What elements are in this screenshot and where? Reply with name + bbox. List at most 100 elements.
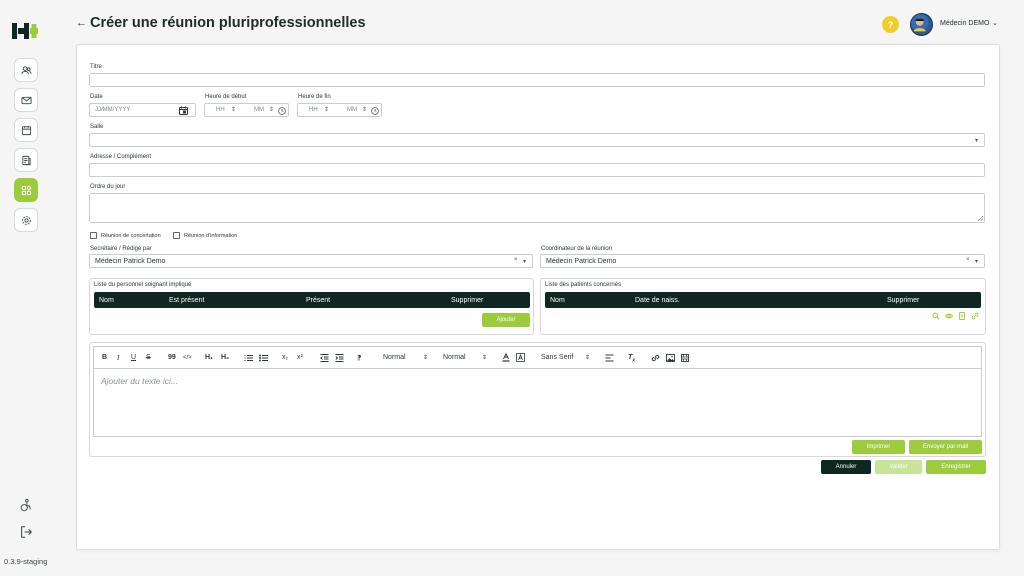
titre-input[interactable] [89,73,985,87]
document-icon[interactable] [958,312,966,320]
indent-icon[interactable] [335,354,344,362]
align-icon[interactable] [605,354,614,362]
text-direction-icon[interactable]: ⁋ [357,354,361,362]
patients-table-header: Nom Date de naiss. Supprimer [545,292,981,308]
superscript-button[interactable]: x² [297,354,303,361]
enregistrer-button[interactable]: Enregistrer [926,460,986,474]
outdent-icon[interactable] [320,354,329,362]
chevron-down-icon[interactable]: ⌄ [992,19,998,27]
search-icon[interactable] [932,312,940,320]
strike-button[interactable]: S [146,354,151,361]
help-icon[interactable]: ? [882,16,899,33]
mm-stepper-icon[interactable]: ⇕ [269,106,274,113]
app-logo [12,23,38,39]
background-color-icon[interactable] [516,353,525,362]
font-select[interactable]: Sans Serif [541,354,573,361]
calendar-picker-icon[interactable] [179,106,188,115]
cb-concertation[interactable] [90,232,97,239]
col-date-naiss: Date de naiss. [635,297,680,304]
personnel-title: Liste du personnel soignant impliqué [94,282,192,288]
nav-messages[interactable] [14,88,38,112]
clear-icon[interactable]: × [514,257,518,263]
annuler-button[interactable]: Annuler [821,460,871,474]
ordre-label: Ordre du jour [90,184,126,190]
h1-button[interactable]: H₁ [205,354,213,361]
size-select-2[interactable]: Normal [443,354,466,361]
chevron-updown-icon[interactable]: ⇕ [482,354,487,361]
link-icon[interactable] [651,354,660,362]
logout-button[interactable] [18,524,34,540]
italic-button[interactable]: I [117,354,119,362]
h2-button[interactable]: H₂ [221,354,229,361]
mm-stepper-icon[interactable]: ⇕ [362,106,367,113]
ajouter-button[interactable]: Ajouter [482,313,530,327]
bold-button[interactable]: B [102,354,107,361]
chevron-updown-icon[interactable]: ⇕ [585,354,590,361]
nav-settings[interactable] [14,208,38,232]
heure-fin-label: Heure de fin [298,94,331,100]
heure-debut-input[interactable]: HH ⇕ MM ⇕ [204,103,289,117]
col-supprimer: Supprimer [451,297,484,304]
hh-stepper-icon[interactable]: ⇕ [231,106,236,113]
heure-debut-mm: MM [254,107,264,113]
cb-information[interactable] [173,232,180,239]
salle-select[interactable]: ▾ [89,133,985,147]
app-version: 0.3.9-staging [4,557,48,566]
secretaire-value: Médecin Patrick Demo [95,257,166,265]
eye-icon[interactable] [945,312,953,320]
envoyer-mail-button[interactable]: Envoyer par mail [909,440,982,454]
code-button[interactable]: </> [183,355,192,361]
resize-handle-icon[interactable] [978,216,983,221]
heure-debut-hh: HH [216,107,225,113]
back-arrow-icon[interactable]: ← [76,17,87,29]
adresse-input[interactable] [89,163,985,177]
valider-button[interactable]: Valider [875,460,922,474]
text-color-icon[interactable] [502,353,510,362]
col-est-present: Est présent [169,297,205,304]
coordinateur-select[interactable]: Médecin Patrick Demo × ▾ [540,254,985,268]
clear-icon[interactable]: × [966,257,970,263]
link-icon[interactable] [971,312,979,320]
subscript-button[interactable]: x₂ [282,354,288,361]
clear-format-icon[interactable]: Tx [628,354,635,363]
page-title: Créer une réunion pluriprofessionnelles [90,15,366,31]
chevron-down-icon[interactable]: ▾ [975,258,978,265]
size-select-1[interactable]: Normal [383,354,406,361]
heure-fin-hh: HH [309,107,318,113]
nav-calendar[interactable] [14,118,38,142]
col-nom: Nom [550,297,565,304]
grid-icon [21,185,31,195]
heure-fin-input[interactable]: HH ⇕ MM ⇕ [297,103,382,117]
ordre-textarea[interactable] [89,193,985,223]
calendar-icon [21,125,31,135]
col-present: Présent [306,297,331,304]
nav-users[interactable] [14,58,38,82]
user-name[interactable]: Médecin DEMO [940,20,989,27]
clock-icon[interactable] [371,107,379,115]
blockquote-button[interactable]: 99 [168,354,176,361]
chevron-down-icon[interactable]: ▾ [523,258,526,265]
secretaire-select[interactable]: Médecin Patrick Demo × ▾ [89,254,533,268]
imprimer-button[interactable]: Imprimer [852,440,905,454]
accessibility-button[interactable] [18,497,34,513]
chevron-updown-icon[interactable]: ⇕ [423,354,428,361]
hh-stepper-icon[interactable]: ⇕ [324,106,329,113]
clock-icon[interactable] [278,107,286,115]
underline-button[interactable]: U [131,354,136,361]
heure-fin-mm: MM [347,107,357,113]
cb-information-label: Réunion d'information [184,233,238,239]
nav-meetings[interactable] [14,178,38,202]
video-icon[interactable] [681,354,689,362]
avatar-image [911,14,929,32]
nav-documents[interactable] [14,148,38,172]
image-icon[interactable] [666,354,675,362]
adresse-label: Adresse / Complément [90,154,152,160]
bullet-list-icon[interactable] [259,354,268,362]
editor-toolbar-divider [93,368,982,369]
col-nom: Nom [99,297,114,304]
ordered-list-icon[interactable] [244,354,253,362]
patients-title: Liste des patients concernés [545,282,622,288]
date-placeholder: JJ/MM/YYYY [95,107,131,113]
date-input[interactable]: JJ/MM/YYYY [89,103,196,117]
avatar[interactable] [910,13,933,36]
